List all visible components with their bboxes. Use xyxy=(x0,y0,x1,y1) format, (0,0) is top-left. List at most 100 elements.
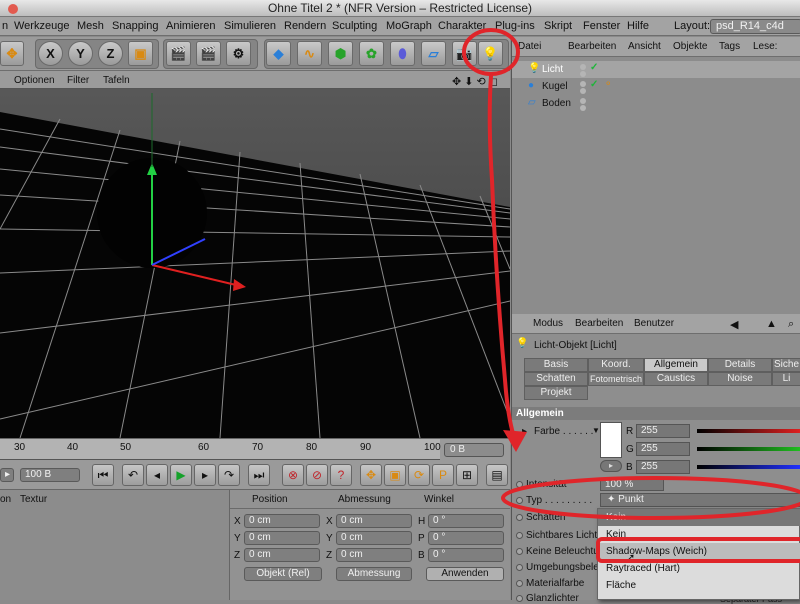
previous-frame-icon[interactable]: ◂ xyxy=(146,464,168,486)
visibility-editor-dot[interactable] xyxy=(580,98,586,104)
object-row-licht[interactable]: 💡 Licht ✓ xyxy=(512,61,800,78)
timeline-ruler[interactable]: 30 40 50 60 70 80 90 100 xyxy=(0,439,441,460)
record-icon[interactable]: ⊗ xyxy=(282,464,304,486)
cube-icon[interactable]: ◆ xyxy=(266,41,291,66)
render-settings-icon[interactable]: ⚙ xyxy=(226,41,251,66)
menu-simulieren[interactable]: Simulieren xyxy=(224,20,276,32)
tab-basis[interactable]: Basis xyxy=(524,358,588,372)
blue-value-field[interactable]: 255 xyxy=(636,460,690,474)
tab-noise[interactable]: Noise xyxy=(708,372,772,386)
start-frame-stepper[interactable]: ▸ xyxy=(0,468,14,482)
blue-slider[interactable] xyxy=(697,465,800,469)
size-x-field[interactable]: 0 cm xyxy=(336,514,412,528)
z-axis-lock-button[interactable]: Z xyxy=(98,41,123,66)
layout-select[interactable]: psd_R14_c4d xyxy=(710,19,800,34)
spline-icon[interactable]: ∿ xyxy=(297,41,322,66)
object-row-kugel[interactable]: ● Kugel ✓ ⚬ xyxy=(512,78,800,95)
dropdown-option-kein[interactable]: Kein xyxy=(598,526,800,543)
visibility-render-dot[interactable] xyxy=(580,71,586,77)
color-menu-arrow-icon[interactable]: ▼ xyxy=(592,426,600,435)
key-rotation-icon[interactable]: ⟳ xyxy=(408,464,430,486)
visibility-editor-dot[interactable] xyxy=(580,64,586,70)
menu-animieren[interactable]: Animieren xyxy=(166,20,216,32)
rot-p-field[interactable]: 0 ° xyxy=(428,531,504,545)
type-select[interactable]: ✦ Punkt xyxy=(600,493,800,507)
menu-mesh[interactable]: Mesh xyxy=(77,20,104,32)
deformer-icon[interactable]: ⬮ xyxy=(390,41,415,66)
material-menu-item[interactable]: on xyxy=(0,494,11,505)
keyframe-dot[interactable] xyxy=(516,548,523,555)
keyframe-dot[interactable] xyxy=(516,497,523,504)
camera-icon[interactable]: 📷 xyxy=(452,41,477,66)
previous-key-icon[interactable]: ↶ xyxy=(122,464,144,486)
x-axis-lock-button[interactable]: X xyxy=(38,41,63,66)
menu-skript[interactable]: Skript xyxy=(544,20,572,32)
pos-z-field[interactable]: 0 cm xyxy=(244,548,320,562)
om-menu-objekte[interactable]: Objekte xyxy=(673,41,707,52)
red-value-field[interactable]: 255 xyxy=(636,424,690,438)
menu-charakter[interactable]: Charakter xyxy=(438,20,486,32)
visibility-render-dot[interactable] xyxy=(580,88,586,94)
size-z-field[interactable]: 0 cm xyxy=(336,548,412,562)
enabled-check-icon[interactable]: ✓ xyxy=(590,62,598,73)
tab-caustics[interactable]: Caustics xyxy=(644,372,708,386)
tab-projekt[interactable]: Projekt xyxy=(524,386,588,400)
render-view-icon[interactable]: 🎬 xyxy=(166,41,191,66)
keyframe-dot[interactable] xyxy=(516,514,523,521)
keyframe-dot[interactable] xyxy=(516,580,523,587)
move-tool-icon[interactable]: ✥ xyxy=(0,41,24,66)
green-slider[interactable] xyxy=(697,447,800,451)
tab-allgemein[interactable]: Allgemein xyxy=(644,358,708,372)
tab-sichtbarkeit[interactable]: Siche xyxy=(772,358,800,372)
menu-modus[interactable]: n xyxy=(2,20,8,32)
menu-fenster[interactable]: Fenster xyxy=(583,20,620,32)
color-mode-button[interactable]: ▸ xyxy=(600,460,622,472)
object-row-boden[interactable]: ▱ Boden xyxy=(512,95,800,112)
pos-y-field[interactable]: 0 cm xyxy=(244,531,320,545)
menu-werkzeuge[interactable]: Werkzeuge xyxy=(14,20,69,32)
om-menu-ansicht[interactable]: Ansicht xyxy=(628,41,661,52)
keyframe-dot[interactable] xyxy=(516,564,523,571)
rot-h-field[interactable]: 0 ° xyxy=(428,514,504,528)
red-slider[interactable] xyxy=(697,429,800,433)
menu-snapping[interactable]: Snapping xyxy=(112,20,159,32)
am-menu-modus[interactable]: Modus xyxy=(533,318,563,329)
nurbs-icon[interactable]: ⬢ xyxy=(328,41,353,66)
viewport-menu-filter[interactable]: Filter xyxy=(67,75,89,86)
keyframe-dot[interactable] xyxy=(516,481,523,488)
pos-x-field[interactable]: 0 cm xyxy=(244,514,320,528)
render-picture-viewer-icon[interactable]: 🎬 xyxy=(196,41,221,66)
viewport-menu-optionen[interactable]: Optionen xyxy=(14,75,55,86)
coordinate-mode-select[interactable]: Objekt (Rel) xyxy=(244,567,322,581)
next-frame-icon[interactable]: ▸ xyxy=(194,464,216,486)
dropdown-current-value[interactable]: Kein xyxy=(598,509,800,526)
search-icon[interactable]: ⌕ xyxy=(788,318,794,331)
array-icon[interactable]: ✿ xyxy=(359,41,384,66)
dropdown-option-flaeche[interactable]: Fläche xyxy=(598,577,800,594)
material-menu-textur[interactable]: Textur xyxy=(20,494,47,505)
tab-schatten[interactable]: Schatten xyxy=(524,372,588,386)
size-y-field[interactable]: 0 cm xyxy=(336,531,412,545)
intensity-field[interactable]: 100 % xyxy=(600,478,664,491)
am-menu-bearbeiten[interactable]: Bearbeiten xyxy=(575,318,623,329)
keyframe-selection-icon[interactable]: ? xyxy=(330,464,352,486)
go-to-end-icon[interactable]: ⏭ xyxy=(248,464,270,486)
tab-koord[interactable]: Koord. xyxy=(588,358,644,372)
om-menu-tags[interactable]: Tags xyxy=(719,41,740,52)
tab-fotometrisch[interactable]: Fotometrisch xyxy=(588,372,644,386)
color-swatch[interactable] xyxy=(600,422,622,458)
apply-button[interactable]: Anwenden xyxy=(426,567,504,581)
autokey-icon[interactable]: ⊘ xyxy=(306,464,328,486)
texture-tag-icon[interactable]: ⚬ xyxy=(604,79,612,90)
up-arrow-icon[interactable]: ▲ xyxy=(766,318,777,330)
visibility-render-dot[interactable] xyxy=(580,105,586,111)
film-strip-icon[interactable]: ▤ xyxy=(486,464,508,486)
coordinate-system-icon[interactable]: ▣ xyxy=(128,41,153,66)
green-value-field[interactable]: 255 xyxy=(636,442,690,456)
keyframe-dot[interactable] xyxy=(516,595,523,602)
back-arrow-icon[interactable]: ◀ xyxy=(730,318,738,331)
am-menu-benutzer[interactable]: Benutzer xyxy=(634,318,674,329)
enabled-check-icon[interactable]: ✓ xyxy=(590,79,598,90)
floor-icon[interactable]: ▱ xyxy=(421,41,446,66)
key-scale-icon[interactable]: ▣ xyxy=(384,464,406,486)
